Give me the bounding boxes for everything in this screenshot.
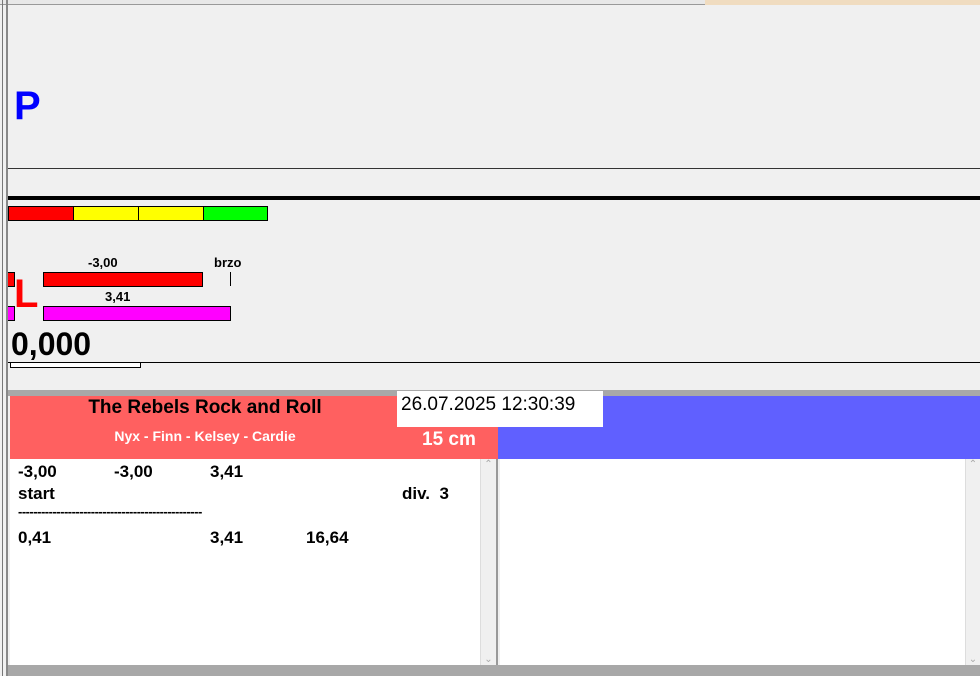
top-strip-accent	[705, 0, 980, 5]
scale-yellow-1	[73, 206, 139, 221]
distance: 15 cm	[422, 429, 476, 450]
red-bar	[43, 272, 203, 287]
left-border	[2, 0, 8, 676]
label-p: P	[14, 84, 41, 128]
scroll-down-icon[interactable]: ⌄	[481, 654, 496, 665]
scale-green	[203, 206, 268, 221]
log-panel[interactable]: -3,00 -3,00 3,41 start div. 3 ----------…	[10, 459, 498, 665]
progress-box	[10, 362, 141, 368]
value-bottom: 3,41	[105, 289, 131, 304]
log-separator: ----------------------------------------…	[18, 504, 202, 519]
counter: 0,000	[11, 326, 92, 362]
log-start: start	[18, 484, 55, 503]
log-r3c1: 0,41	[18, 528, 52, 547]
magenta-bar	[43, 306, 231, 321]
divider-thin	[8, 168, 980, 169]
scroll-down-icon[interactable]: ⌄	[966, 654, 980, 665]
log-r1c1: -3,00	[18, 462, 57, 481]
log-r1c2: -3,00	[114, 462, 153, 481]
scroll-up-icon[interactable]: ⌃	[481, 459, 496, 470]
panel-subtitle: Nyx - Finn - Kelsey - Cardie	[114, 428, 296, 444]
log-scrollbar[interactable]: ⌃ ⌄	[480, 459, 496, 665]
brzo-tick	[230, 272, 231, 286]
panel-title: The Rebels Rock and Roll	[88, 397, 322, 418]
divider-counter	[8, 362, 980, 363]
brzo-label: brzo	[214, 255, 242, 270]
right-scrollbar[interactable]: ⌃ ⌄	[965, 459, 980, 665]
value-top: -3,00	[88, 255, 118, 270]
magenta-indicator	[8, 306, 15, 321]
log-r1c3: 3,41	[210, 462, 244, 481]
lane-label: L	[14, 272, 39, 316]
divider-thick	[8, 196, 980, 200]
scale-red	[8, 206, 74, 221]
right-panel[interactable]: ⌃ ⌄	[500, 459, 980, 665]
log-r3c2: 3,41	[210, 528, 244, 547]
log-r3c3: 16,64	[306, 528, 349, 547]
bottom-border	[8, 665, 980, 676]
scale-yellow-2	[138, 206, 204, 221]
datetime: 26.07.2025 12:30:39	[397, 391, 603, 427]
scroll-up-icon[interactable]: ⌃	[966, 459, 980, 470]
log-div: div. 3	[402, 484, 449, 503]
